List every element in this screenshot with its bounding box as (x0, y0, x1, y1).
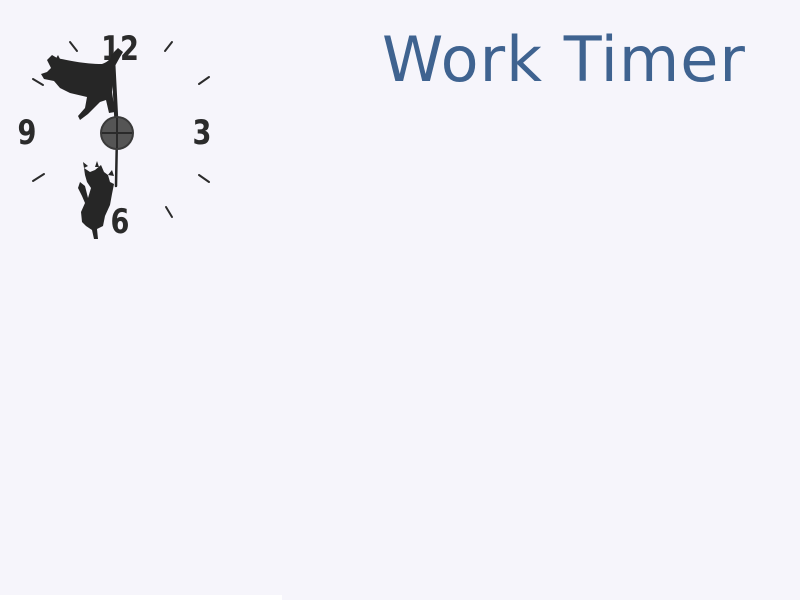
tick-4 (198, 174, 210, 183)
clock-hub-icon (100, 116, 134, 150)
bottom-edge-strip (0, 595, 282, 600)
clock-face: 12 3 6 9 (18, 29, 212, 242)
tick-5 (165, 206, 173, 218)
tick-1 (164, 41, 173, 52)
cat-silhouette-icon (78, 161, 114, 239)
app-title: Work Timer (382, 23, 746, 96)
tick-8 (32, 173, 45, 182)
tick-2 (198, 76, 210, 85)
numeral-six: 6 (111, 202, 130, 242)
work-timer-app: 12 3 6 9 Work Timer (0, 0, 800, 600)
cat-silhouette-icon (41, 48, 123, 120)
tick-11 (69, 41, 78, 52)
numeral-three: 3 (193, 113, 212, 153)
wall-clock: 12 3 6 9 (0, 0, 240, 250)
numeral-nine: 9 (18, 113, 37, 153)
tick-10 (32, 78, 44, 86)
